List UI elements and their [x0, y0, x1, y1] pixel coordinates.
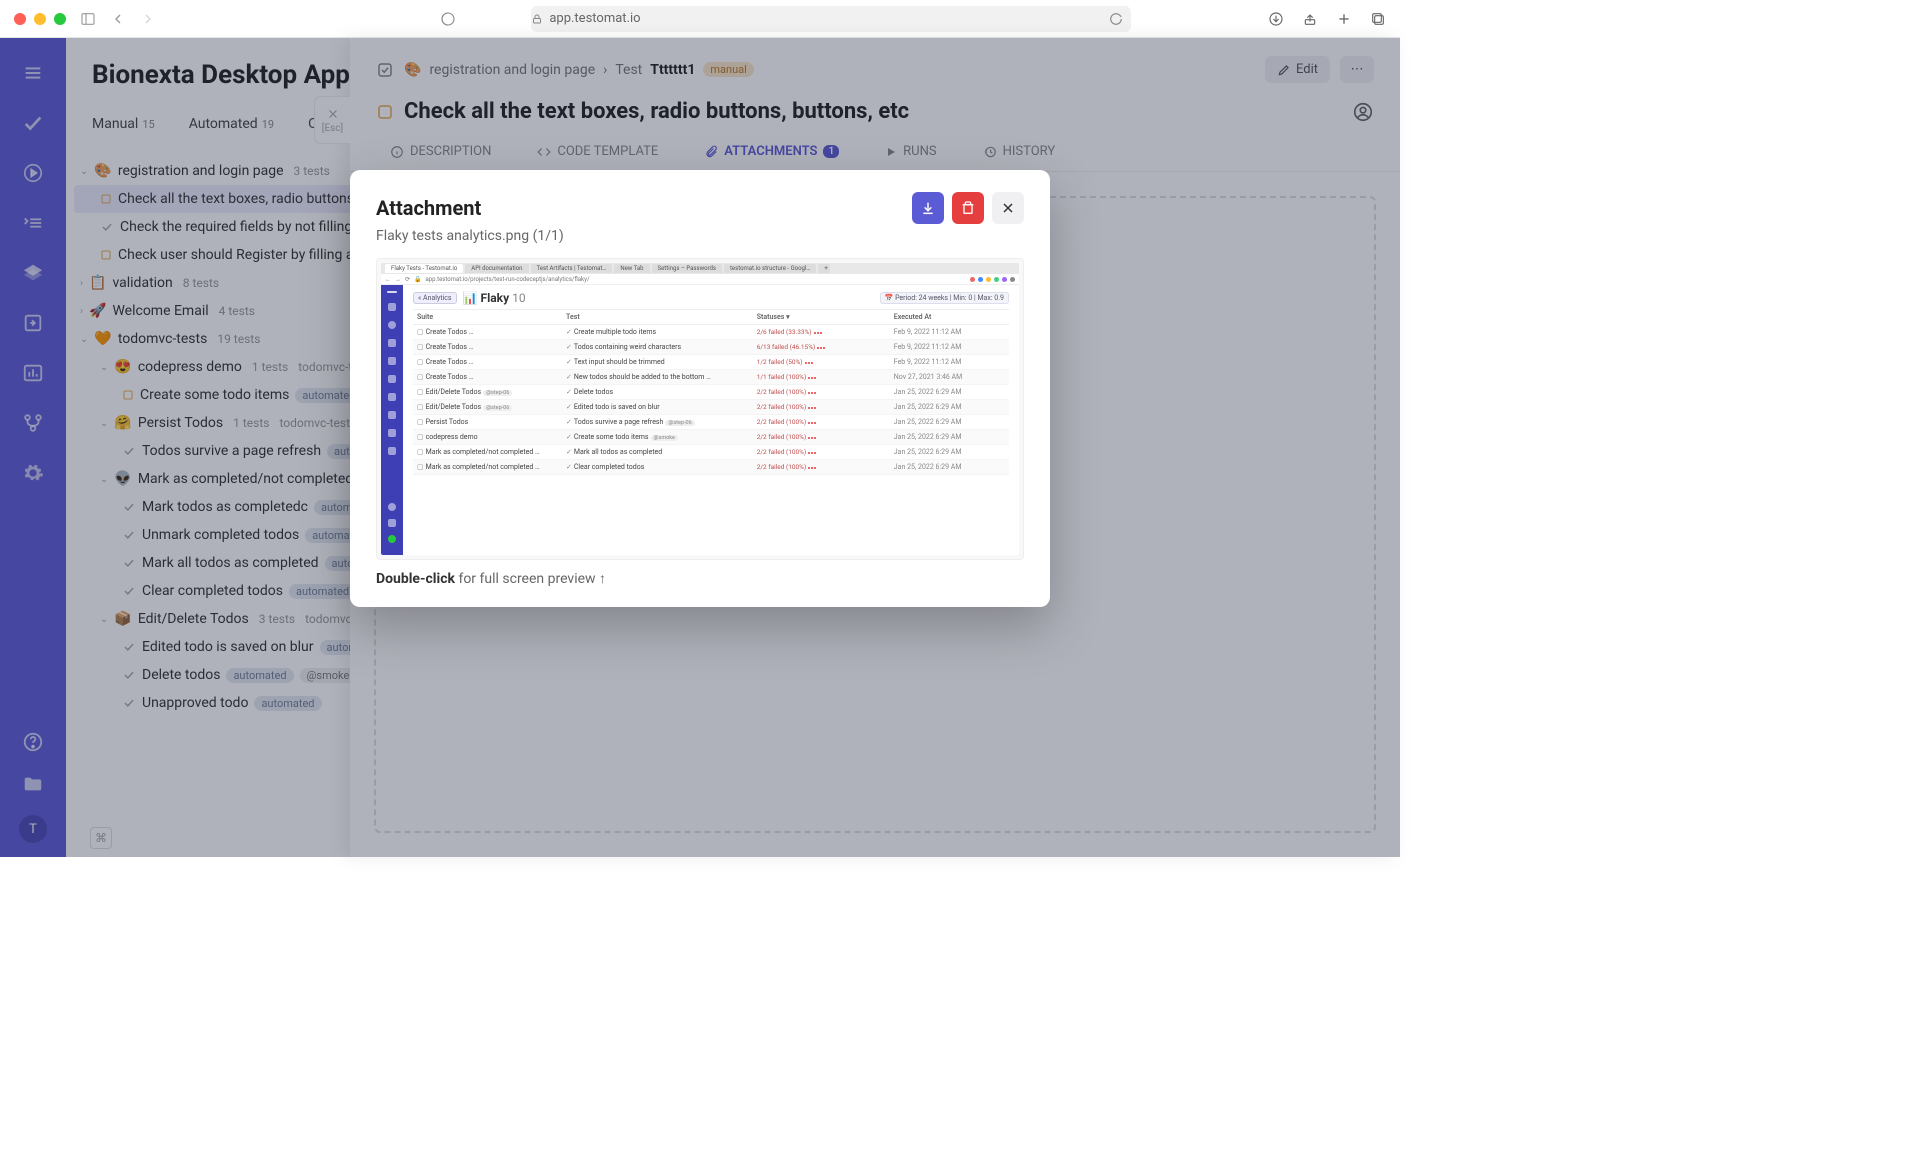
analytics-back: « Analytics	[413, 292, 457, 304]
browser-right-controls	[1268, 11, 1386, 27]
url-text: app.testomat.io	[549, 11, 640, 26]
attachment-filename: Flaky tests analytics.png (1/1)	[376, 228, 1024, 244]
minimize-window[interactable]	[34, 13, 46, 25]
close-modal-button[interactable]	[992, 192, 1024, 224]
modal-title: Attachment	[376, 196, 481, 220]
attachment-modal: Attachment Flaky tests analytics.png (1/…	[350, 170, 1050, 607]
modal-footer: Double-click for full screen preview ↑	[376, 570, 1024, 587]
flaky-row: ▢Edit/Delete Todos@step-06 ✓Edited todo …	[413, 400, 1009, 415]
flaky-row: ▢Create Todos … ✓Todos containing weird …	[413, 340, 1009, 355]
close-window[interactable]	[14, 13, 26, 25]
flaky-row: ▢codepress demo ✓Create some todo items@…	[413, 430, 1009, 445]
share-icon[interactable]	[1302, 11, 1318, 27]
download-attachment-button[interactable]	[912, 192, 944, 224]
flaky-row: ▢Create Todos … ✓Text input should be tr…	[413, 355, 1009, 370]
flaky-row: ▢Persist Todos ✓Todos survive a page ref…	[413, 415, 1009, 430]
flaky-row: ▢Create Todos … ✓Create multiple todo it…	[413, 325, 1009, 340]
browser-nav	[80, 11, 156, 27]
maximize-window[interactable]	[54, 13, 66, 25]
download-icon[interactable]	[1268, 11, 1284, 27]
tabs-icon[interactable]	[1370, 11, 1386, 27]
sidebar-toggle-icon[interactable]	[80, 11, 96, 27]
new-tab-icon[interactable]	[1336, 11, 1352, 27]
flaky-row: ▢Mark as completed/not completed … ✓Clea…	[413, 460, 1009, 475]
forward-icon[interactable]	[140, 11, 156, 27]
browser-chrome: app.testomat.io	[0, 0, 1400, 38]
flaky-row: ▢Edit/Delete Todos@step-06 ✓Delete todos…	[413, 385, 1009, 400]
flaky-screenshot: Flaky Tests - Testomat.ioAPI documentati…	[381, 263, 1019, 555]
reload-icon[interactable]	[1109, 12, 1123, 26]
flaky-row: ▢Create Todos … ✓New todos should be add…	[413, 370, 1009, 385]
url-bar[interactable]: app.testomat.io	[531, 6, 1131, 32]
back-icon[interactable]	[110, 11, 126, 27]
delete-attachment-button[interactable]	[952, 192, 984, 224]
flaky-table: Suite Test Statuses ▾ Executed At ▢Creat…	[413, 309, 1009, 475]
attachment-preview[interactable]: Flaky Tests - Testomat.ioAPI documentati…	[376, 258, 1024, 560]
flaky-row: ▢Mark as completed/not completed … ✓Mark…	[413, 445, 1009, 460]
privacy-shield-icon[interactable]	[440, 11, 456, 27]
lock-icon	[531, 13, 543, 25]
traffic-lights	[14, 13, 66, 25]
